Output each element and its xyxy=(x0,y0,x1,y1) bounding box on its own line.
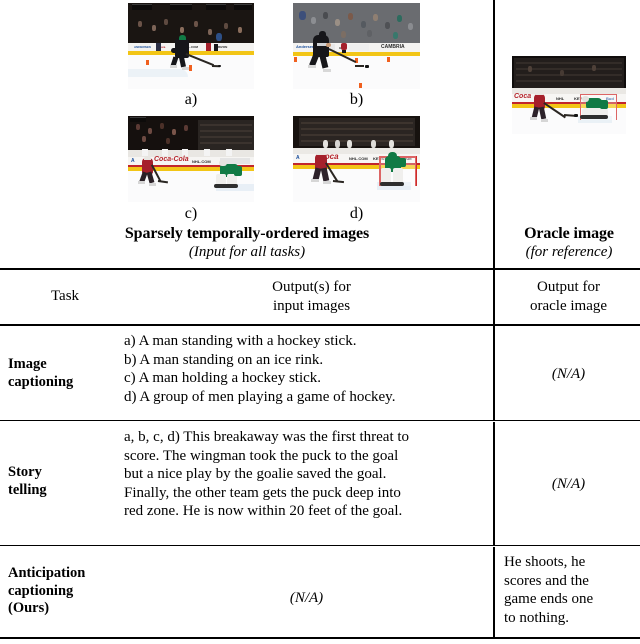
header-input-outputs-line1: Output(s) for xyxy=(272,279,351,295)
header-input-outputs-line2: input images xyxy=(272,297,351,314)
task-line-1: Story xyxy=(8,464,42,480)
oracle-output-line: to nothing. xyxy=(504,609,570,626)
task-line-2: captioning xyxy=(8,373,74,390)
output-line: c) A man holding a hockey stick. xyxy=(124,370,322,387)
table-rule-header-bottom xyxy=(0,324,640,326)
column-divider-top xyxy=(493,0,495,269)
na-value: (N/A) xyxy=(551,476,586,492)
input-thumbnail-d-label: d) xyxy=(349,205,364,222)
output-line: a, b, c, d) This breakaway was the first… xyxy=(124,429,410,445)
row-anticipation-captioning-input-output: (N/A) xyxy=(124,589,489,607)
column-divider-row1 xyxy=(493,326,495,421)
input-images-panel: ANDERSEN Coca NHL.COM VERIZON a) Anderse… xyxy=(0,0,494,269)
oracle-output-line: game ends one xyxy=(504,591,594,608)
oracle-output-line: He shoots, he xyxy=(504,554,586,570)
oracle-thumbnail: Coca NHL KEY Bud xyxy=(512,56,626,134)
input-panel-heading: Sparsely temporally-ordered images (Inpu… xyxy=(0,224,494,262)
input-thumbnail-d: A Coca NHL.COM KEYSTONE TRUE xyxy=(293,116,420,202)
figure-table-page: ANDERSEN Coca NHL.COM VERIZON a) Anderse… xyxy=(0,0,640,644)
header-oracle-output-line2: oracle image xyxy=(529,297,608,314)
row-image-captioning-task: Image captioning xyxy=(8,356,126,391)
row-image-captioning-oracle-output: (N/A) xyxy=(497,365,640,383)
table-rule-top xyxy=(0,268,640,270)
column-divider-row2 xyxy=(493,422,495,546)
oracle-output-line: scores and the xyxy=(504,572,589,589)
task-line-2: captioning xyxy=(8,582,74,599)
input-thumbnail-c-label: c) xyxy=(184,205,198,222)
oracle-panel-heading-italic: (for reference) xyxy=(525,244,613,260)
header-task-label: Task xyxy=(50,288,80,304)
oracle-image-panel: Coca NHL KEY Bud Oracle image (for refer… xyxy=(498,0,640,269)
column-divider-header xyxy=(493,270,495,325)
header-task: Task xyxy=(0,287,130,306)
oracle-panel-heading: Oracle image (for reference) xyxy=(498,224,640,262)
output-line: red zone. He is now within 20 feet of th… xyxy=(124,503,403,520)
output-line: but a nice play by the goalie saved the … xyxy=(124,466,387,483)
output-line: b) A man standing on an ice rink. xyxy=(124,351,324,368)
table-rule-row1-bottom xyxy=(0,420,640,422)
row-anticipation-captioning-oracle-output: He shoots, he scores and the game ends o… xyxy=(504,553,640,627)
input-thumbnail-a-label: a) xyxy=(184,91,198,108)
output-line: d) A group of men playing a game of hock… xyxy=(124,388,396,405)
row-story-telling-oracle-output: (N/A) xyxy=(497,475,640,493)
row-anticipation-captioning-task: Anticipation captioning (Ours) xyxy=(8,565,132,618)
input-thumbnail-a: ANDERSEN Coca NHL.COM VERIZON xyxy=(128,3,254,89)
row-story-telling-input-output: a, b, c, d) This breakaway was the first… xyxy=(124,428,489,521)
row-story-telling-task: Story telling xyxy=(8,464,126,499)
header-oracle-output-line1: Output for xyxy=(537,279,600,295)
output-line: a) A man standing with a hockey stick. xyxy=(124,333,357,349)
table-rule-bottom xyxy=(0,637,640,639)
task-line-1: Anticipation xyxy=(8,565,86,581)
input-panel-heading-bold: Sparsely temporally-ordered images xyxy=(124,225,370,242)
output-line: Finally, the other team gets the puck de… xyxy=(124,484,401,501)
input-thumbnail-b-label: b) xyxy=(349,91,364,108)
task-line-1: Image xyxy=(8,356,47,372)
table-rule-row2-bottom xyxy=(0,545,640,547)
output-line: score. The wingman took the puck to the … xyxy=(124,447,399,464)
input-thumbnail-b: Andersen GSN CAMBRIA xyxy=(293,3,420,89)
header-oracle-output: Output for oracle image xyxy=(497,278,640,315)
task-line-3: (Ours) xyxy=(8,600,50,616)
row-image-captioning-input-output: a) A man standing with a hockey stick. b… xyxy=(124,332,489,406)
task-line-2: telling xyxy=(8,481,47,498)
header-input-outputs: Output(s) for input images xyxy=(130,278,493,315)
input-thumbnail-c: A Coca-Cola NHL.COM xyxy=(128,116,254,202)
na-value: (N/A) xyxy=(551,366,586,382)
column-divider-row3 xyxy=(493,547,495,638)
oracle-panel-heading-bold: Oracle image xyxy=(524,225,614,242)
input-panel-heading-italic: (Input for all tasks) xyxy=(188,244,306,260)
na-value: (N/A) xyxy=(289,590,324,606)
